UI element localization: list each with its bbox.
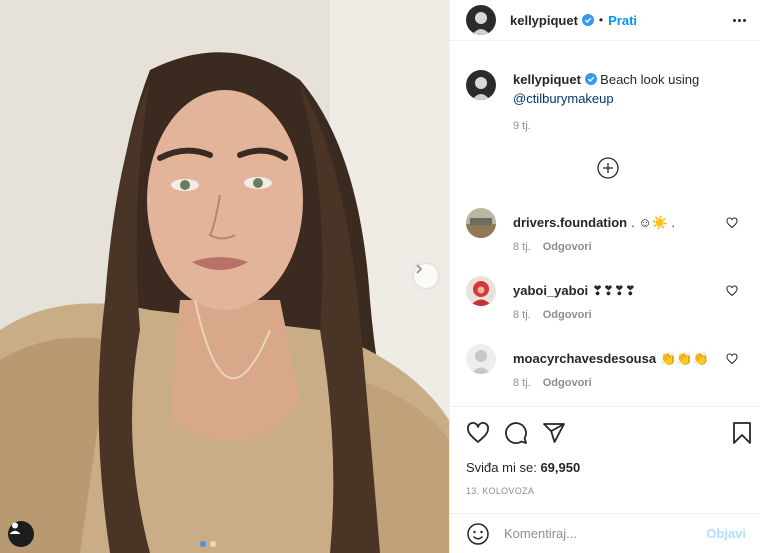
carousel-dot [210,541,216,547]
reply-button[interactable]: Odgovori [543,309,592,321]
commenter-avatar[interactable] [466,344,496,374]
comment-icon[interactable] [504,421,528,445]
reply-button[interactable]: Odgovori [543,377,592,389]
plus-circle-icon [597,157,619,179]
heart-icon[interactable] [726,217,738,229]
commenter-avatar[interactable] [466,276,496,306]
caption-text-block: kellypiquet Beach look using @ctilburyma… [513,70,733,108]
heart-icon[interactable] [726,285,738,297]
follow-button[interactable]: Prati [608,13,637,28]
comment-timestamp[interactable]: 8 tj. [513,377,531,389]
carousel-indicator [200,541,216,547]
load-more-comments-button[interactable] [597,157,619,179]
heart-icon[interactable] [726,353,738,365]
likes-number: 69,950 [540,460,581,475]
commenter-avatar[interactable] [466,208,496,238]
author-avatar[interactable] [466,5,496,35]
comment-text-line: yaboi_yaboi ❣❣❣❣ [513,283,636,299]
carousel-next-button[interactable] [414,264,438,288]
caption-mention-link[interactable]: @ctilburymakeup [513,91,614,106]
share-icon[interactable] [542,421,566,445]
comment-text-line: moacyrchavesdesousa 👏👏👏 [513,351,709,367]
verified-badge-icon [581,14,594,26]
comment-item: drivers.foundation . ☺☀️ . 8 tj. Odgovori [466,208,746,268]
comment-item: yaboi_yaboi ❣❣❣❣ 8 tj. Odgovori [466,276,746,336]
emoji-icon[interactable] [466,522,490,546]
comment-body: ❣❣❣❣ [592,283,636,298]
post-date[interactable]: 13. KOLOVOZA [466,486,534,496]
comment-body: 👏👏👏 [660,351,709,366]
verified-badge-icon [584,72,601,87]
user-tag-icon [9,522,21,534]
bookmark-icon[interactable] [730,421,754,445]
caption-author[interactable]: kellypiquet [513,72,581,87]
carousel-dot-active [200,541,206,547]
commenter-username[interactable]: drivers.foundation [513,215,627,230]
commenter-username[interactable]: moacyrchavesdesousa [513,351,656,366]
post-photo[interactable] [0,0,449,553]
post-header: kellypiquet • Prati [450,0,760,41]
author-username[interactable]: kellypiquet [510,13,578,28]
comment-item: moacyrchavesdesousa 👏👏👏 8 tj. Odgovori [466,344,746,404]
user-tag-button[interactable] [8,521,34,547]
comment-timestamp[interactable]: 8 tj. [513,309,531,321]
comment-meta: 8 tj. Odgovori [513,241,592,253]
comment-body: . ☺☀️ . [631,215,676,230]
caption-author-avatar[interactable] [466,70,496,100]
chevron-right-icon [416,264,423,274]
comment-input[interactable] [504,526,694,541]
likes-label: Sviđa mi se: [466,460,537,475]
caption-text: Beach look using [600,72,700,87]
action-icon-row [466,421,752,445]
comment-text-line: drivers.foundation . ☺☀️ . [513,215,675,231]
likes-count[interactable]: Sviđa mi se: 69,950 [466,460,580,475]
add-comment-bar: Objavi [450,513,760,553]
comment-meta: 8 tj. Odgovori [513,377,592,389]
post-caption: kellypiquet Beach look using @ctilburyma… [466,70,746,108]
heart-icon[interactable] [466,421,490,445]
reply-button[interactable]: Odgovori [543,241,592,253]
post-side-panel: kellypiquet • Prati kellypiquet Beach lo… [449,0,760,553]
caption-timestamp[interactable]: 9 tj. [513,120,531,132]
comment-timestamp[interactable]: 8 tj. [513,241,531,253]
post-comment-button[interactable]: Objavi [706,526,746,541]
commenter-username[interactable]: yaboi_yaboi [513,283,588,298]
comment-meta: 8 tj. Odgovori [513,309,592,321]
selfie-photo [0,0,449,553]
more-options-icon[interactable] [733,18,746,22]
header-separator: • [598,13,604,27]
